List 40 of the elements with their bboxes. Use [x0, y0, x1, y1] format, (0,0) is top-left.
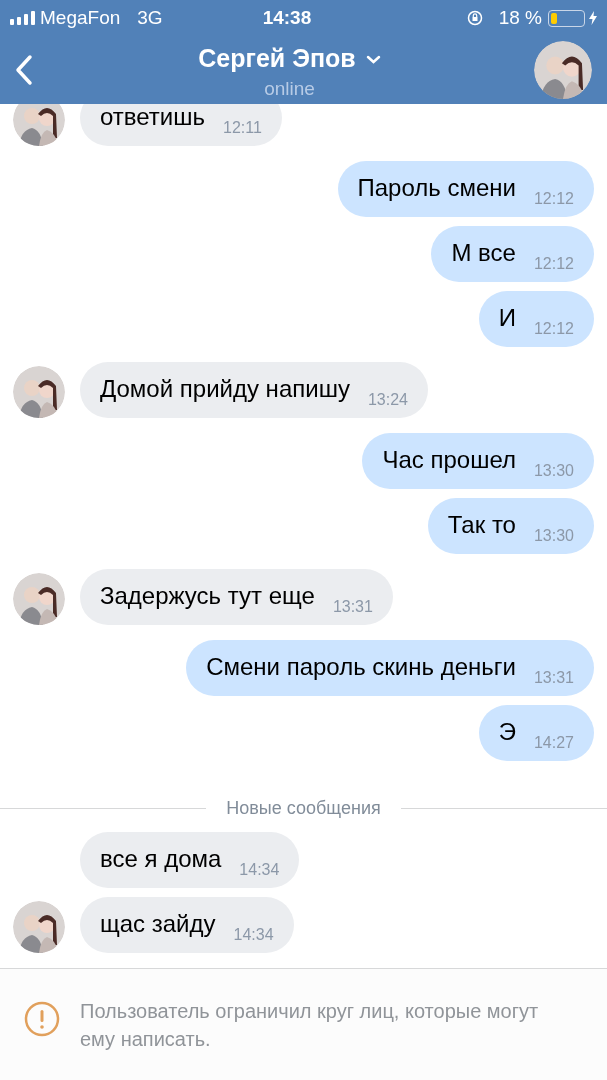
notice-text: Пользователь ограничил круг лиц, которые могут ему написать.	[80, 999, 540, 1052]
new-messages-label: Новые сообщения	[226, 797, 381, 820]
message-time: 12:11	[223, 118, 262, 138]
battery-percent: 18 %	[498, 5, 542, 30]
message-text: И	[498, 303, 516, 333]
message-text: все я дома	[100, 844, 222, 874]
message-text: Так то	[447, 510, 516, 540]
message-time: 14:34	[233, 925, 274, 945]
message-time: 12:12	[533, 189, 574, 209]
message-time: 13:30	[533, 461, 574, 481]
warning-icon	[24, 1001, 60, 1037]
message-time: 13:30	[533, 526, 574, 546]
message-text: Э	[498, 717, 516, 747]
back-icon	[15, 54, 33, 86]
battery-icon	[548, 9, 585, 27]
contact-name[interactable]: Сергей Эпов	[198, 40, 356, 78]
chevron-down-icon	[365, 54, 381, 64]
charging-icon	[589, 11, 597, 25]
contact-avatar	[534, 41, 592, 99]
message-time: 12:12	[533, 319, 574, 339]
message-time: 14:34	[239, 860, 280, 880]
message-time: 14:27	[533, 733, 574, 753]
signal-icon	[10, 11, 36, 25]
message-text: ответишь	[100, 104, 205, 132]
message-text: Час прошел	[382, 445, 516, 475]
message-time: 13:31	[332, 597, 373, 617]
message-text: щас зайду	[100, 909, 216, 939]
contact-status: online	[264, 77, 315, 100]
message-text: Задержусь тут еще	[100, 581, 315, 611]
message-text: Смени пароль скинь деньги	[206, 652, 516, 682]
message-time: 13:24	[367, 390, 408, 410]
message-time: 12:12	[533, 254, 574, 274]
carrier-label: MegaFon	[40, 5, 121, 30]
clock: 14:38	[262, 5, 312, 30]
message-text: Домой прийду напишу	[100, 374, 350, 404]
message-time: 13:31	[533, 668, 574, 688]
message-text: Пароль смени	[357, 173, 516, 203]
rotation-lock-icon	[466, 10, 483, 26]
network-label: 3G	[137, 5, 163, 30]
message-text: М все	[451, 238, 516, 268]
